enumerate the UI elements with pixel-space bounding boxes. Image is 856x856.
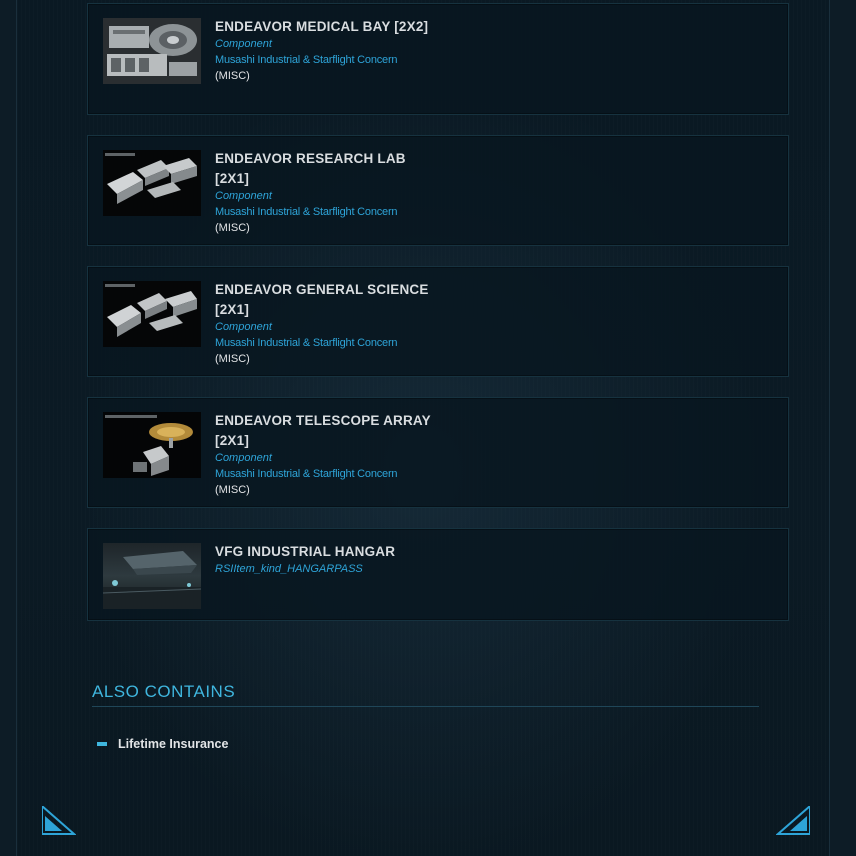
item-kind: Component (215, 452, 272, 464)
list-item-vfg-hangar: VFG INDUSTRIAL HANGAR RSIItem_kind_HANGA… (87, 528, 789, 621)
item-kind: RSIItem_kind_HANGARPASS (215, 563, 363, 575)
item-kind: Component (215, 321, 272, 333)
corner-bracket-right-icon (775, 803, 811, 836)
research-lab-image (103, 150, 201, 216)
general-science-image (103, 281, 201, 347)
item-title: ENDEAVOR TELESCOPE ARRAY [2X1] (215, 413, 431, 448)
also-contains-heading: ALSO CONTAINS (92, 682, 236, 701)
also-contains-item: Lifetime Insurance (118, 737, 229, 751)
item-title: ENDEAVOR GENERAL SCIENCE [2X1] (215, 282, 429, 317)
item-category: (MISC) (215, 484, 250, 496)
list-item-telescope-array: ENDEAVOR TELESCOPE ARRAY [2X1] Component… (87, 397, 789, 508)
medical-bay-image (103, 18, 201, 84)
item-category: (MISC) (215, 353, 250, 365)
item-category: (MISC) (215, 70, 250, 82)
item-info: ENDEAVOR RESEARCH LAB [2X1] Component Mu… (215, 149, 435, 236)
item-kind: Component (215, 38, 272, 50)
item-manufacturer: Musashi Industrial & Starflight Concern (215, 337, 398, 349)
list-item-research-lab: ENDEAVOR RESEARCH LAB [2X1] Component Mu… (87, 135, 789, 246)
corner-bracket-left-icon (41, 803, 77, 836)
list-item-medical-bay: ENDEAVOR MEDICAL BAY [2X2] Component Mus… (87, 3, 789, 115)
item-manufacturer: Musashi Industrial & Starflight Concern (215, 206, 398, 218)
divider (92, 706, 759, 707)
item-info: ENDEAVOR MEDICAL BAY [2X2] Component Mus… (215, 17, 435, 84)
telescope-array-image (103, 412, 201, 478)
item-info: VFG INDUSTRIAL HANGAR RSIItem_kind_HANGA… (215, 542, 435, 577)
item-manufacturer: Musashi Industrial & Starflight Concern (215, 468, 398, 480)
item-info: ENDEAVOR TELESCOPE ARRAY [2X1] Component… (215, 411, 435, 498)
item-manufacturer: Musashi Industrial & Starflight Concern (215, 54, 398, 66)
item-kind: Component (215, 190, 272, 202)
item-title: VFG INDUSTRIAL HANGAR (215, 544, 396, 559)
bullet-icon (97, 742, 107, 746)
hangar-image (103, 543, 201, 609)
page-frame: ENDEAVOR MEDICAL BAY [2X2] Component Mus… (0, 0, 856, 856)
item-info: ENDEAVOR GENERAL SCIENCE [2X1] Component… (215, 280, 435, 367)
list-item-general-science: ENDEAVOR GENERAL SCIENCE [2X1] Component… (87, 266, 789, 377)
item-title: ENDEAVOR MEDICAL BAY [2X2] (215, 19, 429, 34)
item-title: ENDEAVOR RESEARCH LAB [2X1] (215, 151, 406, 186)
item-category: (MISC) (215, 222, 250, 234)
